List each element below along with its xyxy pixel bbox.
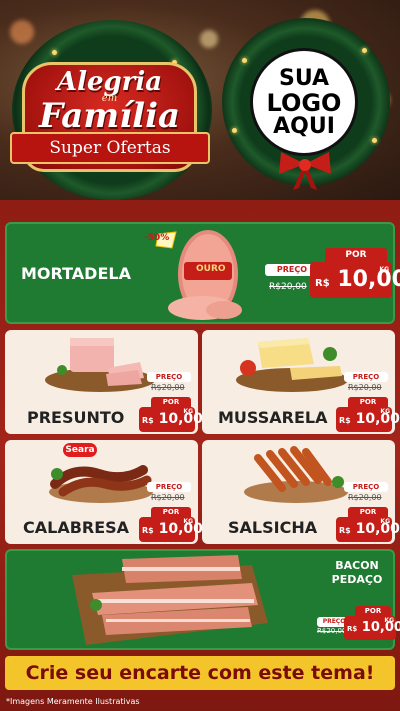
subtitle-ribbon: Super Ofertas <box>10 132 210 164</box>
product-card-calabresa[interactable]: Seara CALABRESA PREÇO R$20,00 POR R$ 10,… <box>5 440 203 544</box>
bow-icon <box>279 152 331 190</box>
por-label: POR <box>348 507 388 517</box>
price-value: R$ 10,00 KG <box>344 616 400 640</box>
logo-text-2: LOGO <box>266 89 342 117</box>
seara-logo: Seara <box>63 443 97 457</box>
por-label: POR <box>151 507 191 517</box>
old-price: R$20,00 <box>348 493 382 502</box>
logo-text-3: AQUI <box>273 114 335 139</box>
product-name-line2: PEDAÇO <box>331 573 383 586</box>
currency: R$ <box>142 526 154 535</box>
unit: KG <box>380 408 390 415</box>
product-name: CALABRESA <box>23 518 130 537</box>
logo-text-1: SUA <box>278 66 330 91</box>
product-card-salsicha[interactable]: SALSICHA PREÇO R$20,00 POR R$ 10,00 KG <box>202 440 400 544</box>
product-name: PRESUNTO <box>27 408 125 427</box>
price-number: 10,00 <box>355 411 400 427</box>
mussarela-image <box>236 338 348 392</box>
currency: R$ <box>315 278 330 289</box>
salsicha-image <box>244 446 348 503</box>
unit: KG <box>183 518 193 525</box>
unit: KG <box>379 266 389 273</box>
hero-banner: Alegria em Família Super Ofertas SUA LOG… <box>0 0 400 205</box>
title-line2: Família <box>38 96 181 136</box>
price-value: R$ 10,00 KG <box>336 407 400 432</box>
preco-label: PREÇO <box>147 482 191 492</box>
featured-card-mortadela[interactable]: MORTADELA -50% OURO POR PREÇO R$20,00 R$… <box>5 222 400 324</box>
brand-label: OURO <box>196 264 226 274</box>
price-number: 10,00 <box>158 521 203 537</box>
price-value: R$ 10,00 KG <box>139 407 203 432</box>
cta-banner[interactable]: Crie seu encarte com este tema! <box>5 656 395 690</box>
product-name: MORTADELA <box>21 264 131 283</box>
product-card-presunto[interactable]: PRESUNTO PREÇO R$20,00 POR R$ 10,00 KG <box>5 330 203 434</box>
product-name-line1: BACON <box>335 559 379 572</box>
product-name: BACON PEDAÇO <box>329 559 385 587</box>
product-name: SALSICHA <box>228 518 318 537</box>
por-label: POR <box>325 248 387 262</box>
old-price: R$20,00 <box>269 282 307 292</box>
disclaimer: *Imagens Meramente Ilustrativas <box>6 697 140 706</box>
logo-placeholder[interactable]: SUA LOGO AQUI <box>250 48 358 156</box>
price-number: 10,00 <box>337 267 400 292</box>
price-value: R$ 10,00 KG <box>310 262 400 298</box>
product-name: MUSSARELA <box>218 408 328 427</box>
currency: R$ <box>347 625 358 633</box>
bacon-image <box>72 555 268 645</box>
old-price: R$20,00 <box>151 493 185 502</box>
unit: KG <box>380 518 390 525</box>
unit: KG <box>183 408 193 415</box>
por-label: POR <box>355 606 391 616</box>
currency: R$ <box>339 416 351 425</box>
preco-label: PREÇO <box>344 372 388 382</box>
price-number: 10,00 <box>361 620 400 635</box>
price-value: R$ 10,00 KG <box>336 517 400 542</box>
calabresa-image <box>49 465 153 503</box>
currency: R$ <box>339 526 351 535</box>
old-price: R$20,00 <box>151 383 185 392</box>
discount-badge: -50% <box>144 233 170 243</box>
price-number: 10,00 <box>158 411 203 427</box>
price-value: R$ 10,00 KG <box>139 517 203 542</box>
por-label: POR <box>348 397 388 407</box>
por-label: POR <box>151 397 191 407</box>
product-card-mussarela[interactable]: MUSSARELA PREÇO R$20,00 POR R$ 10,00 KG <box>202 330 400 434</box>
preco-label: PREÇO <box>344 482 388 492</box>
bokeh-light <box>10 20 34 44</box>
presunto-image <box>45 338 155 392</box>
preco-label: PREÇO <box>147 372 191 382</box>
product-card-bacon[interactable]: BACON PEDAÇO PREÇO R$20,00 POR R$ 10,00 … <box>5 549 400 650</box>
bokeh-light <box>200 30 218 48</box>
old-price: R$20,00 <box>348 383 382 392</box>
currency: R$ <box>142 416 154 425</box>
unit: KG <box>384 617 394 624</box>
old-price: R$20,00 <box>317 627 347 635</box>
price-number: 10,00 <box>355 521 400 537</box>
